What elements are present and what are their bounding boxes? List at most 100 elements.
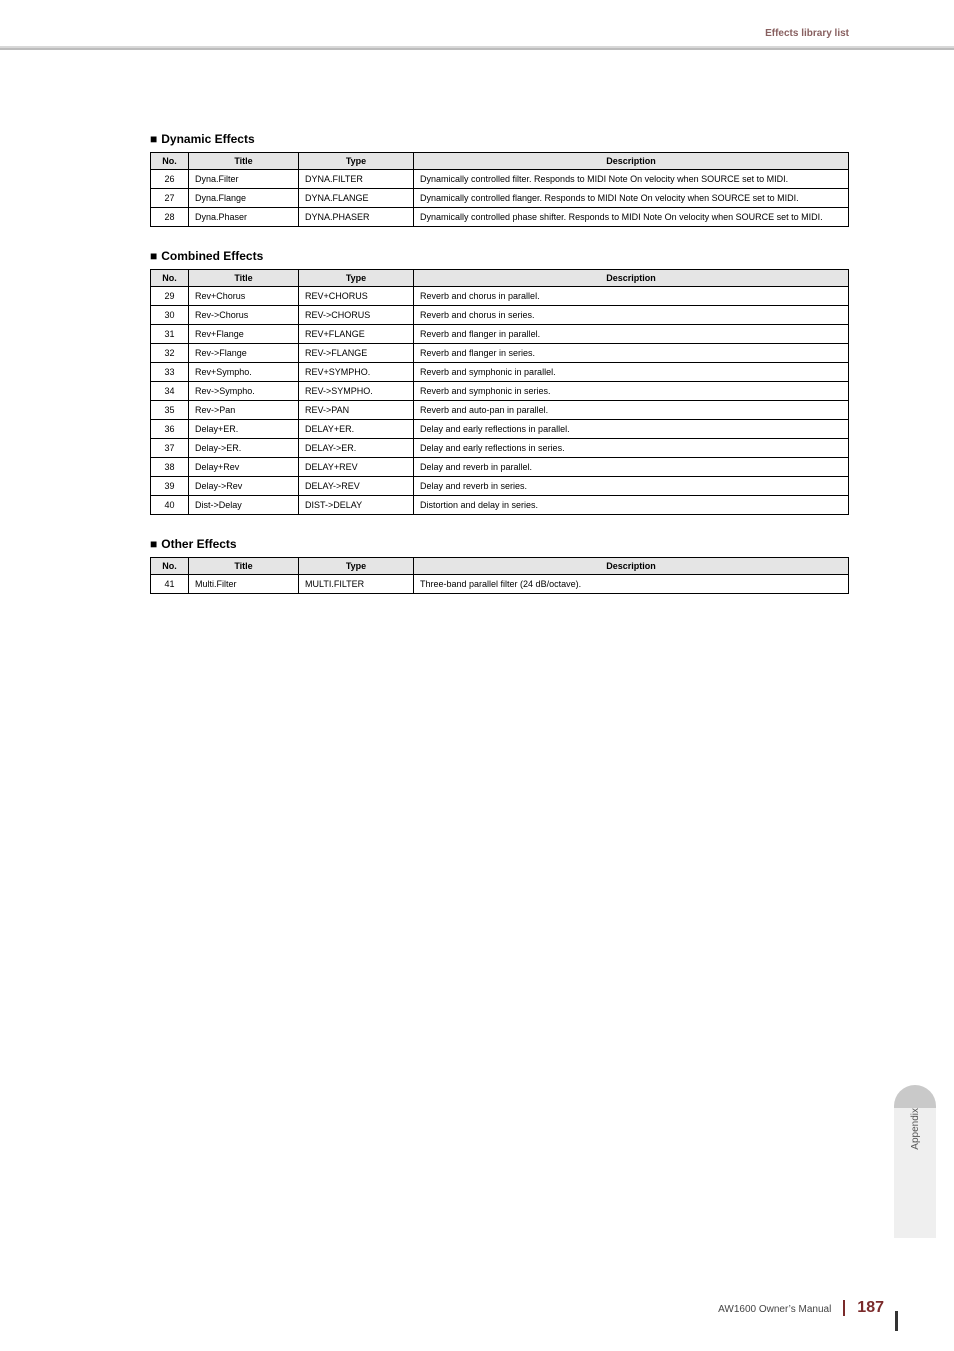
table-row: 35 Rev->Pan REV->PAN Reverb and auto-pan… bbox=[151, 401, 849, 420]
cell-desc: Distortion and delay in series. bbox=[414, 496, 849, 515]
other-effects-table: No. Title Type Description 41 Multi.Filt… bbox=[150, 557, 849, 594]
cell-title: Dist->Delay bbox=[189, 496, 299, 515]
cell-title: Delay->Rev bbox=[189, 477, 299, 496]
table-row: 29 Rev+Chorus REV+CHORUS Reverb and chor… bbox=[151, 287, 849, 306]
cell-title: Rev+Chorus bbox=[189, 287, 299, 306]
cell-title: Dyna.Phaser bbox=[189, 208, 299, 227]
col-type: Type bbox=[299, 153, 414, 170]
cell-desc: Reverb and auto-pan in parallel. bbox=[414, 401, 849, 420]
footer-manual-label: AW1600 Owner’s Manual bbox=[718, 1304, 831, 1315]
section-heading-text: Other Effects bbox=[161, 537, 236, 551]
col-desc: Description bbox=[414, 153, 849, 170]
footer-edge-mark bbox=[895, 1311, 898, 1331]
bullet-icon: ■ bbox=[150, 132, 157, 146]
cell-desc: Reverb and chorus in parallel. bbox=[414, 287, 849, 306]
cell-no: 36 bbox=[151, 420, 189, 439]
table-row: 36 Delay+ER. DELAY+ER. Delay and early r… bbox=[151, 420, 849, 439]
cell-desc: Reverb and symphonic in parallel. bbox=[414, 363, 849, 382]
cell-type: DIST->DELAY bbox=[299, 496, 414, 515]
cell-title: Delay+ER. bbox=[189, 420, 299, 439]
cell-desc: Three-band parallel filter (24 dB/octave… bbox=[414, 575, 849, 594]
table-row: 37 Delay->ER. DELAY->ER. Delay and early… bbox=[151, 439, 849, 458]
cell-desc: Reverb and flanger in parallel. bbox=[414, 325, 849, 344]
cell-type: DYNA.FILTER bbox=[299, 170, 414, 189]
cell-type: REV+CHORUS bbox=[299, 287, 414, 306]
bullet-icon: ■ bbox=[150, 249, 157, 263]
section-heading-text: Combined Effects bbox=[161, 249, 263, 263]
cell-desc: Delay and early reflections in parallel. bbox=[414, 420, 849, 439]
table-row: 32 Rev->Flange REV->FLANGE Reverb and fl… bbox=[151, 344, 849, 363]
cell-no: 41 bbox=[151, 575, 189, 594]
col-no: No. bbox=[151, 270, 189, 287]
cell-no: 40 bbox=[151, 496, 189, 515]
col-title: Title bbox=[189, 153, 299, 170]
col-title: Title bbox=[189, 270, 299, 287]
cell-no: 39 bbox=[151, 477, 189, 496]
cell-title: Delay->ER. bbox=[189, 439, 299, 458]
cell-no: 31 bbox=[151, 325, 189, 344]
cell-type: REV->SYMPHO. bbox=[299, 382, 414, 401]
section-heading-combined: ■ Combined Effects bbox=[150, 249, 849, 263]
table-row: 26 Dyna.Filter DYNA.FILTER Dynamically c… bbox=[151, 170, 849, 189]
cell-desc: Delay and reverb in series. bbox=[414, 477, 849, 496]
footer: AW1600 Owner’s Manual 187 bbox=[718, 1299, 884, 1317]
col-no: No. bbox=[151, 558, 189, 575]
cell-title: Rev+Sympho. bbox=[189, 363, 299, 382]
cell-desc: Reverb and flanger in series. bbox=[414, 344, 849, 363]
table-row: 30 Rev->Chorus REV->CHORUS Reverb and ch… bbox=[151, 306, 849, 325]
header-rule bbox=[0, 46, 954, 50]
cell-no: 35 bbox=[151, 401, 189, 420]
col-type: Type bbox=[299, 558, 414, 575]
cell-type: MULTI.FILTER bbox=[299, 575, 414, 594]
cell-no: 38 bbox=[151, 458, 189, 477]
cell-type: REV->CHORUS bbox=[299, 306, 414, 325]
cell-title: Rev->Sympho. bbox=[189, 382, 299, 401]
cell-title: Rev->Chorus bbox=[189, 306, 299, 325]
cell-type: REV+SYMPHO. bbox=[299, 363, 414, 382]
cell-desc: Dynamically controlled filter. Responds … bbox=[414, 170, 849, 189]
table-row: 31 Rev+Flange REV+FLANGE Reverb and flan… bbox=[151, 325, 849, 344]
col-type: Type bbox=[299, 270, 414, 287]
cell-type: REV->FLANGE bbox=[299, 344, 414, 363]
cell-desc: Dynamically controlled flanger. Responds… bbox=[414, 189, 849, 208]
cell-type: DELAY+ER. bbox=[299, 420, 414, 439]
side-tab-body: Appendix bbox=[894, 1108, 936, 1238]
header-section-label: Effects library list bbox=[765, 28, 849, 39]
cell-type: DELAY+REV bbox=[299, 458, 414, 477]
cell-title: Dyna.Flange bbox=[189, 189, 299, 208]
table-row: 33 Rev+Sympho. REV+SYMPHO. Reverb and sy… bbox=[151, 363, 849, 382]
col-no: No. bbox=[151, 153, 189, 170]
cell-desc: Dynamically controlled phase shifter. Re… bbox=[414, 208, 849, 227]
cell-no: 28 bbox=[151, 208, 189, 227]
cell-no: 37 bbox=[151, 439, 189, 458]
footer-page-number: 187 bbox=[857, 1299, 884, 1317]
section-heading-dynamic: ■ Dynamic Effects bbox=[150, 132, 849, 146]
cell-title: Rev+Flange bbox=[189, 325, 299, 344]
cell-type: DELAY->REV bbox=[299, 477, 414, 496]
section-heading-other: ■ Other Effects bbox=[150, 537, 849, 551]
cell-title: Rev->Flange bbox=[189, 344, 299, 363]
cell-no: 26 bbox=[151, 170, 189, 189]
cell-type: DELAY->ER. bbox=[299, 439, 414, 458]
footer-divider bbox=[843, 1300, 845, 1316]
cell-title: Delay+Rev bbox=[189, 458, 299, 477]
combined-effects-table: No. Title Type Description 29 Rev+Chorus… bbox=[150, 269, 849, 515]
cell-desc: Reverb and symphonic in series. bbox=[414, 382, 849, 401]
cell-no: 29 bbox=[151, 287, 189, 306]
table-row: 28 Dyna.Phaser DYNA.PHASER Dynamically c… bbox=[151, 208, 849, 227]
bullet-icon: ■ bbox=[150, 537, 157, 551]
cell-type: DYNA.FLANGE bbox=[299, 189, 414, 208]
table-row: 40 Dist->Delay DIST->DELAY Distortion an… bbox=[151, 496, 849, 515]
cell-type: DYNA.PHASER bbox=[299, 208, 414, 227]
table-row: 38 Delay+Rev DELAY+REV Delay and reverb … bbox=[151, 458, 849, 477]
cell-no: 30 bbox=[151, 306, 189, 325]
col-desc: Description bbox=[414, 270, 849, 287]
table-row: 39 Delay->Rev DELAY->REV Delay and rever… bbox=[151, 477, 849, 496]
cell-title: Rev->Pan bbox=[189, 401, 299, 420]
cell-type: REV->PAN bbox=[299, 401, 414, 420]
table-row: 41 Multi.Filter MULTI.FILTER Three-band … bbox=[151, 575, 849, 594]
side-tab: Appendix bbox=[894, 1086, 936, 1231]
side-tab-label: Appendix bbox=[910, 1108, 921, 1195]
col-title: Title bbox=[189, 558, 299, 575]
col-desc: Description bbox=[414, 558, 849, 575]
